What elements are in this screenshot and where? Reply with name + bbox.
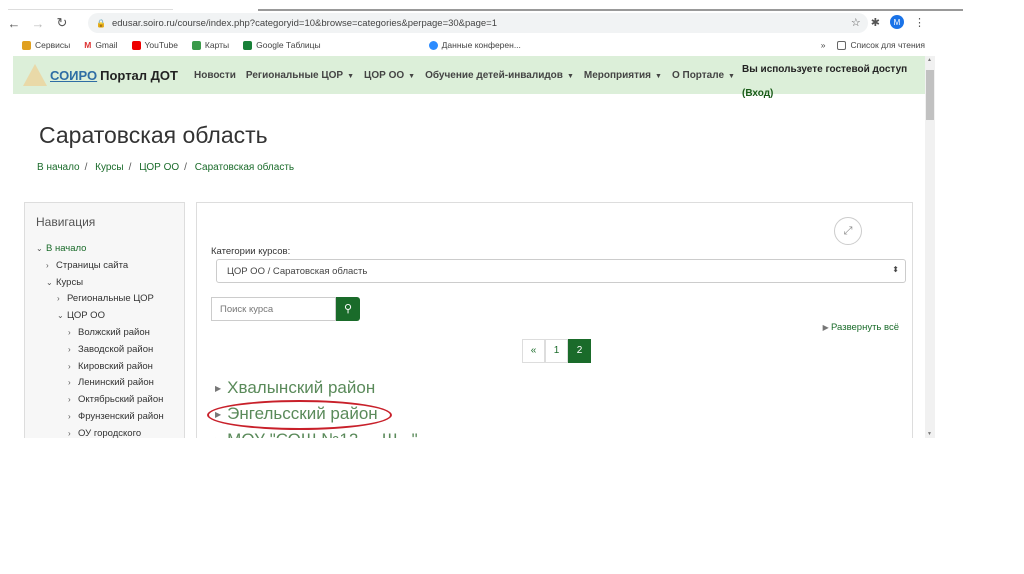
- logo-text: СОИРО: [50, 67, 98, 83]
- reading-list-icon: [837, 40, 847, 50]
- url-input[interactable]: 🔒 edusar.soiro.ru/course/index.php?catego…: [88, 13, 868, 33]
- site-header: СОИРО Портал ДОТ Новости Региональные ЦОР…: [13, 56, 925, 99]
- guest-text: Вы используете гостевой доступ: [742, 64, 908, 75]
- menu-cor-oo[interactable]: ЦОР ОО ▼: [364, 70, 415, 81]
- site-logo[interactable]: СОИРО Портал ДОТ: [23, 64, 178, 86]
- breadcrumb-home[interactable]: В начало: [37, 162, 80, 173]
- categories-label: Категории курсов:: [211, 246, 291, 257]
- bookmarks-bar: Сервисы M Gmail YouTube Карты Google Табл…: [0, 36, 935, 54]
- page-1[interactable]: 1: [545, 339, 568, 363]
- maps-icon: [191, 40, 201, 50]
- star-icon[interactable]: ☆: [851, 16, 861, 29]
- gmail-icon: M: [84, 40, 92, 50]
- page-prev[interactable]: «: [522, 339, 545, 363]
- bookmark-gmail[interactable]: M Gmail: [84, 40, 117, 50]
- tab-strip-line: [258, 9, 963, 11]
- nav-item[interactable]: › Волжский район: [25, 325, 184, 342]
- zoom-icon: [428, 40, 438, 50]
- bookmark-zoom[interactable]: Данные конферен...: [428, 40, 521, 50]
- login-link[interactable]: (Вход): [742, 88, 773, 99]
- menu-about[interactable]: О Портале ▼: [672, 70, 735, 81]
- url-text: edusar.soiro.ru/course/index.php?categor…: [111, 17, 497, 29]
- nav-item-cor-oo[interactable]: ⌄ ЦОР ОО: [25, 308, 184, 325]
- breadcrumb-cor-oo[interactable]: ЦОР ОО: [139, 162, 179, 173]
- bookmark-maps[interactable]: Карты: [191, 40, 229, 50]
- nav-item[interactable]: › Ленинский район: [25, 375, 184, 392]
- nav-item-courses[interactable]: ⌄ Курсы: [25, 275, 184, 292]
- expand-all-link[interactable]: ▶ Развернуть всё: [823, 322, 899, 333]
- highlight-circle: [207, 400, 392, 430]
- category-item[interactable]: ▶ Хвалынский район: [215, 378, 375, 398]
- youtube-icon: [131, 40, 141, 50]
- menu-icon[interactable]: ⋮: [914, 16, 925, 29]
- page-2[interactable]: 2: [568, 339, 591, 363]
- fullscreen-icon[interactable]: ⤢: [834, 217, 862, 245]
- nav-item[interactable]: › Октябрьский район: [25, 392, 184, 409]
- bookmark-youtube[interactable]: YouTube: [131, 40, 178, 50]
- back-icon[interactable]: ←: [4, 16, 24, 31]
- search-icon: ⚲: [343, 303, 353, 315]
- select-arrow-icon: ⬍: [892, 265, 899, 274]
- menu-regional[interactable]: Региональные ЦОР ▼: [246, 70, 354, 81]
- address-bar-row: ← → ↻ 🔒 edusar.soiro.ru/course/index.php?…: [0, 12, 935, 34]
- navigation-title: Навигация: [36, 215, 96, 229]
- course-search-input[interactable]: Поиск курса: [211, 297, 336, 321]
- navigation-block: Навигация ⌄ В начало › Страницы сайта ⌄ Кур…: [24, 202, 185, 438]
- menu-news[interactable]: Новости: [194, 70, 236, 81]
- nav-item[interactable]: › Заводской район: [25, 342, 184, 359]
- sheets-icon: [243, 40, 253, 50]
- nav-item[interactable]: › Кировский район: [25, 359, 184, 376]
- reading-list[interactable]: Список для чтения: [837, 40, 925, 50]
- bookmark-services[interactable]: Сервисы: [22, 40, 70, 50]
- nav-item[interactable]: › Фрунзенский район: [25, 409, 184, 426]
- category-select[interactable]: ЦОР ОО / Саратовская область ⬍: [216, 259, 906, 283]
- forward-icon[interactable]: →: [28, 16, 48, 31]
- nav-item-home[interactable]: ⌄ В начало: [25, 241, 184, 258]
- search-button[interactable]: ⚲: [336, 297, 360, 321]
- scrollbar[interactable]: ▲ ▼: [925, 56, 935, 438]
- nav-item-regional[interactable]: › Региональные ЦОР: [25, 291, 184, 308]
- site-name: Портал ДОТ: [100, 67, 178, 83]
- menu-disabled-education[interactable]: Обучение детей-инвалидов ▼: [425, 70, 574, 81]
- bookmarks-more[interactable]: »: [821, 40, 826, 50]
- tab-strip-line: [8, 9, 173, 10]
- nav-item[interactable]: › ОУ городского: [25, 426, 184, 438]
- lock-icon: 🔒: [96, 18, 106, 28]
- category-item[interactable]: ▶МОУ "СОШ №12 ... Ш...": [215, 430, 418, 438]
- menu-events[interactable]: Мероприятия ▼: [584, 70, 662, 81]
- reload-icon[interactable]: ↻: [52, 15, 72, 31]
- nav-item-site-pages[interactable]: › Страницы сайта: [25, 258, 184, 275]
- logo-triangle-icon: [23, 64, 47, 86]
- breadcrumb-courses[interactable]: Курсы: [95, 162, 123, 173]
- bookmark-sheets[interactable]: Google Таблицы: [243, 40, 321, 50]
- pagination: « 1 2: [522, 339, 591, 363]
- breadcrumb-current[interactable]: Саратовская область: [195, 162, 294, 173]
- breadcrumb: В начало / Курсы / ЦОР ОО / Саратовская обл…: [37, 162, 295, 173]
- avatar[interactable]: M: [890, 15, 904, 29]
- apps-icon: [22, 40, 31, 50]
- extensions-icon[interactable]: ✱: [871, 16, 880, 29]
- page-title: Саратовская область: [39, 122, 268, 148]
